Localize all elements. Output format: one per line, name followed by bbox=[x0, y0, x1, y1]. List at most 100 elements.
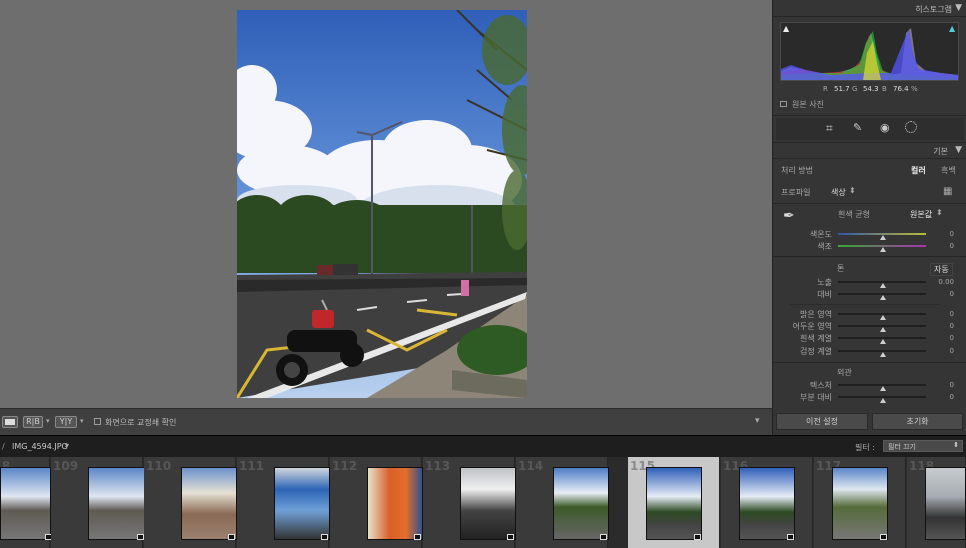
blacks-label: 검정 계열 bbox=[800, 347, 832, 356]
filmstrip-cell-selected[interactable]: 115 bbox=[628, 457, 720, 548]
tint-value[interactable]: 0 bbox=[930, 242, 954, 250]
chevron-down-icon[interactable]: ▾ bbox=[65, 441, 69, 450]
temp-slider-thumb[interactable] bbox=[880, 235, 886, 240]
whites-value[interactable]: 0 bbox=[930, 334, 954, 342]
highlights-slider-thumb[interactable] bbox=[880, 315, 886, 320]
before-after-button[interactable]: R|B bbox=[23, 416, 43, 428]
filmstrip-cell[interactable]: 110 bbox=[144, 457, 237, 548]
previous-settings-button[interactable]: 이전 설정 bbox=[776, 413, 868, 430]
chevron-updown-icon: ⬍ bbox=[953, 441, 959, 449]
texture-value[interactable]: 0 bbox=[930, 381, 954, 389]
divider bbox=[773, 115, 966, 116]
tint-slider-thumb[interactable] bbox=[880, 247, 886, 252]
filmstrip-cell[interactable]: 112 bbox=[330, 457, 423, 548]
edited-badge-icon bbox=[321, 534, 328, 540]
filmstrip-cell[interactable]: 117 bbox=[814, 457, 906, 548]
divider bbox=[773, 203, 966, 204]
divider bbox=[773, 16, 966, 17]
contrast-slider-thumb[interactable] bbox=[880, 295, 886, 300]
before-after-split-button[interactable]: Y|Y bbox=[55, 416, 77, 428]
chevron-down-icon[interactable]: ▾ bbox=[46, 417, 50, 425]
filmstrip-cell[interactable]: 109 bbox=[51, 457, 146, 548]
whites-label: 흰색 계열 bbox=[800, 334, 832, 343]
main-photo bbox=[237, 10, 527, 398]
white-balance-label: 흰색 균형 bbox=[838, 210, 870, 219]
white-balance-select[interactable]: 원본값 bbox=[910, 209, 932, 220]
chevron-updown-icon[interactable]: ⬍ bbox=[936, 208, 943, 217]
filmstrip-cell[interactable]: 118 bbox=[907, 457, 966, 548]
clarity-value[interactable]: 0 bbox=[930, 393, 954, 401]
image-viewer[interactable] bbox=[0, 0, 772, 408]
softproof-checkbox[interactable] bbox=[94, 418, 101, 425]
healing-brush-icon[interactable]: ✎ bbox=[853, 121, 862, 134]
profile-browser-grid-icon[interactable]: ▦ bbox=[943, 186, 952, 197]
contrast-value[interactable]: 0 bbox=[930, 290, 954, 298]
highlight-clipping-triangle-icon[interactable]: ▲ bbox=[949, 24, 955, 33]
exposure-label: 노출 bbox=[817, 278, 832, 287]
r-label: R bbox=[823, 85, 828, 93]
toolbar-menu-chevron-icon[interactable]: ▾ bbox=[755, 416, 760, 426]
b-label: B bbox=[882, 85, 887, 93]
whites-slider-thumb[interactable] bbox=[880, 339, 886, 344]
thumbnail bbox=[646, 467, 702, 540]
divider bbox=[773, 142, 966, 143]
shadow-clipping-triangle-icon[interactable]: ▲ bbox=[783, 24, 789, 33]
filmstrip-cell[interactable]: 114 bbox=[516, 457, 609, 548]
histogram[interactable] bbox=[780, 22, 959, 81]
thumbnail bbox=[739, 467, 795, 540]
basic-title[interactable]: 기본 bbox=[933, 146, 948, 157]
percent-unit: % bbox=[911, 85, 918, 93]
loupe-view-button[interactable] bbox=[2, 416, 18, 428]
treatment-color-option[interactable]: 컬러 bbox=[911, 165, 926, 176]
edited-badge-icon bbox=[787, 534, 794, 540]
histogram-title[interactable]: 히스토그램 bbox=[915, 4, 952, 15]
g-value: 54.3 bbox=[863, 85, 879, 93]
filmstrip-cell[interactable]: 113 bbox=[423, 457, 516, 548]
cell-number: 111 bbox=[239, 459, 265, 473]
original-photo-label[interactable]: 원본 사진 bbox=[792, 99, 824, 110]
edited-badge-icon bbox=[507, 534, 514, 540]
cell-number: 114 bbox=[518, 459, 544, 473]
chevron-down-icon[interactable]: ▾ bbox=[80, 417, 84, 425]
highlights-value[interactable]: 0 bbox=[930, 310, 954, 318]
treatment-label: 처리 방법 bbox=[781, 166, 813, 175]
tone-label: 톤 bbox=[837, 264, 845, 273]
thumbnail bbox=[460, 467, 516, 540]
eyedropper-icon[interactable]: ✒ bbox=[783, 208, 795, 224]
edited-badge-icon bbox=[228, 534, 235, 540]
filmstrip-cell[interactable]: 116 bbox=[721, 457, 813, 548]
chevron-updown-icon[interactable]: ⬍ bbox=[849, 186, 856, 195]
collapse-triangle-icon[interactable]: ▼ bbox=[955, 3, 962, 13]
profile-label: 프로파일 bbox=[781, 188, 811, 197]
shadows-value[interactable]: 0 bbox=[930, 322, 954, 330]
contrast-label: 대비 bbox=[817, 290, 832, 299]
profile-select[interactable]: 색상 bbox=[831, 187, 846, 198]
treatment-bw-option[interactable]: 흑백 bbox=[941, 165, 956, 176]
clarity-slider-thumb[interactable] bbox=[880, 398, 886, 403]
auto-tone-button[interactable]: 자동 bbox=[930, 263, 953, 276]
exposure-slider-thumb[interactable] bbox=[880, 283, 886, 288]
cell-number: 110 bbox=[146, 459, 172, 473]
filmstrip-cell[interactable]: 111 bbox=[237, 457, 330, 548]
thumbnail bbox=[925, 467, 966, 540]
masking-icon[interactable] bbox=[905, 121, 917, 133]
exposure-value[interactable]: 0.00 bbox=[930, 278, 954, 286]
clarity-label: 부분 대비 bbox=[800, 393, 832, 402]
cell-number: 113 bbox=[425, 459, 451, 473]
red-eye-icon[interactable]: ◉ bbox=[880, 121, 890, 134]
texture-slider-thumb[interactable] bbox=[880, 386, 886, 391]
temp-value[interactable]: 0 bbox=[930, 230, 954, 238]
blacks-value[interactable]: 0 bbox=[930, 347, 954, 355]
g-label: G bbox=[852, 85, 858, 93]
original-photo-icon[interactable] bbox=[780, 101, 787, 107]
filter-select[interactable]: 필터 끄기 ⬍ bbox=[883, 440, 963, 452]
tint-label: 색조 bbox=[817, 242, 832, 251]
shadows-slider-thumb[interactable] bbox=[880, 327, 886, 332]
crop-icon[interactable]: ⌗ bbox=[826, 121, 833, 136]
filmstrip-cell[interactable]: 8 bbox=[0, 457, 52, 548]
blacks-slider-thumb[interactable] bbox=[880, 352, 886, 357]
filename-label[interactable]: IMG_4594.JPG bbox=[12, 442, 68, 451]
thumbnail bbox=[553, 467, 609, 540]
collapse-triangle-icon[interactable]: ▼ bbox=[955, 145, 962, 155]
reset-button[interactable]: 초기화 bbox=[872, 413, 963, 430]
